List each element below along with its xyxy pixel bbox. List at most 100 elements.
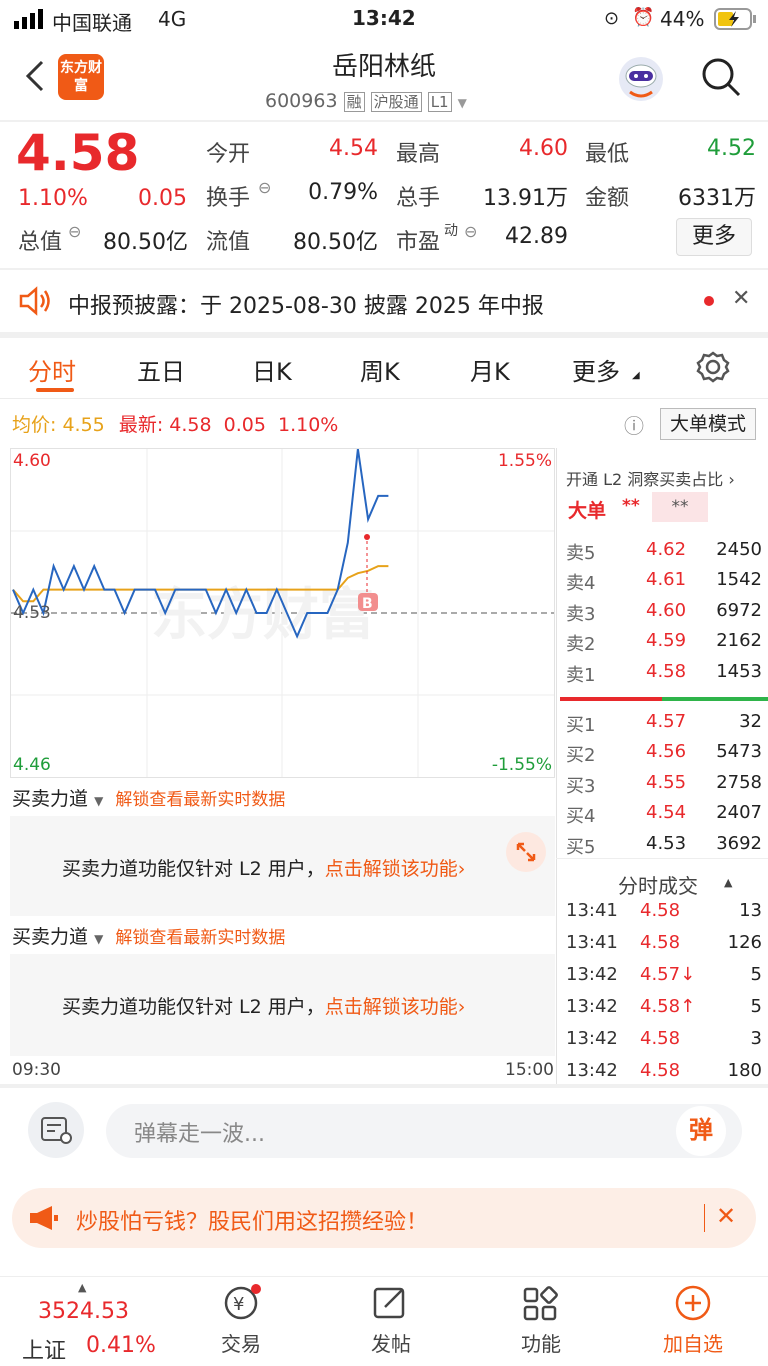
turnover-value: 0.79% (308, 180, 378, 205)
divider (556, 448, 557, 1084)
tick-row: 13:41 4.58 126 (566, 932, 762, 962)
battery-percent: 44% (660, 7, 705, 31)
trade-icon: ¥ (224, 1284, 261, 1320)
tab-intraday[interactable]: 分时 (28, 352, 76, 387)
unlock-link[interactable]: 解锁查看最新实时数据 (115, 790, 285, 810)
danmaku-toggle-icon[interactable] (28, 1102, 84, 1158)
bid-level-volume: 3692 (716, 832, 762, 854)
watermark-logo: 东方财富 (151, 583, 375, 648)
ask-level-label: 卖5 (566, 543, 596, 564)
indicator-header-2[interactable]: 买卖力道 ▼ 解锁查看最新实时数据 (12, 922, 285, 949)
nav-features[interactable]: 功能 (486, 1283, 596, 1357)
low-label: 最低 (585, 142, 630, 167)
indicator-name[interactable]: 买卖力道 (12, 788, 88, 810)
tick-price: 4.58 (640, 900, 681, 921)
ask-level-row[interactable]: 卖5 4.62 2450 (566, 539, 762, 569)
tick-time: 13:42 (566, 996, 618, 1017)
robot-assistant-icon[interactable] (616, 54, 666, 108)
dropdown-icon[interactable]: ▼ (458, 96, 467, 110)
help-icon[interactable]: ⓘ (624, 410, 644, 439)
settings-icon[interactable] (696, 350, 730, 390)
info-icon[interactable]: ⊖ (464, 222, 477, 241)
big-order-buy: ** (622, 496, 640, 516)
latest-change-pct: 1.10% (277, 414, 339, 436)
header: 东方财富 岳阳林纸 600963 融 沪股通 L1 ▼ (0, 40, 768, 120)
close-icon[interactable]: ✕ (716, 1202, 736, 1230)
tag-connect: 沪股通 (370, 92, 422, 112)
high-value: 4.60 (519, 136, 568, 161)
compose-icon (373, 1287, 405, 1319)
promo-banner[interactable]: 炒股怕亏钱？股民们用这招攒经验！ ✕ (12, 1188, 756, 1248)
open-value: 4.54 (329, 136, 378, 161)
more-button[interactable]: 更多 (676, 218, 752, 256)
nav-post[interactable]: 发帖 (336, 1283, 446, 1357)
caret-up-icon: ▲ (724, 876, 733, 889)
bid-level-row[interactable]: 买1 4.57 32 (566, 711, 762, 741)
unlock-message: 买卖力道功能仅针对 L2 用户，点击解锁该功能› (62, 992, 465, 1019)
danmaku-send-button[interactable]: 弹 (676, 1106, 726, 1156)
y-top-label: 4.60 (13, 451, 51, 471)
bid-level-label: 买1 (566, 715, 596, 736)
divider (556, 858, 768, 859)
search-icon[interactable] (700, 56, 742, 102)
tab-five-day[interactable]: 五日 (137, 352, 185, 387)
battery-icon (714, 8, 758, 35)
indicator-name[interactable]: 买卖力道 (12, 926, 88, 948)
unlock-message-text: 买卖力道功能仅针对 L2 用户， (62, 996, 325, 1018)
ask-level-volume: 6972 (716, 599, 762, 621)
unlock-link[interactable]: 解锁查看最新实时数据 (115, 928, 285, 948)
x-end-label: 15:00 (505, 1060, 554, 1080)
bid-level-row[interactable]: 买3 4.55 2758 (566, 772, 762, 802)
pe-label: 市盈 (396, 230, 441, 255)
tab-weekly-k[interactable]: 周K (360, 352, 400, 387)
indicator-header-1[interactable]: 买卖力道 ▼ 解锁查看最新实时数据 (12, 784, 285, 811)
pe-value: 42.89 (505, 224, 568, 249)
nav-trade[interactable]: ¥ 交易 (186, 1283, 296, 1357)
tab-monthly-k[interactable]: 月K (470, 352, 510, 387)
tag-level: L1 (427, 92, 452, 112)
unlock-feature-link[interactable]: 点击解锁该功能 (325, 858, 458, 880)
chart-info-row: 均价: 4.55 最新: 4.58 0.05 1.10% (12, 410, 552, 437)
index-value[interactable]: 3524.53 (38, 1299, 129, 1324)
bid-level-row[interactable]: 买4 4.54 2407 (566, 802, 762, 832)
danmaku-input[interactable]: 弹幕走一波... 弹 (106, 1104, 742, 1158)
ask-level-volume: 2450 (716, 539, 762, 560)
bid-level-price: 4.55 (646, 771, 687, 793)
l2-upsell[interactable]: 开通 L2 洞察买卖占比 › (566, 466, 735, 490)
tab-daily-k[interactable]: 日K (252, 352, 292, 387)
ask-level-label: 卖4 (566, 573, 596, 595)
ask-level-label: 卖2 (566, 634, 596, 656)
tick-price: 4.58↑ (640, 996, 696, 1017)
pct-bottom-label: -1.55% (491, 755, 552, 775)
ask-level-row[interactable]: 卖3 4.60 6972 (566, 600, 762, 630)
tick-row: 13:42 4.58↑ 5 (566, 996, 762, 1026)
big-order-mode-button[interactable]: 大单模式 (660, 408, 756, 440)
pct-top-label: 1.55% (497, 451, 552, 471)
tick-price: 4.57↓ (640, 964, 696, 985)
index-name[interactable]: 上证 (22, 1333, 66, 1365)
chevron-right-icon: › (728, 470, 735, 489)
ticks-title[interactable]: 分时成交 (618, 870, 698, 899)
dropdown-icon[interactable]: ▼ (94, 932, 103, 946)
indicator-panel-1: 买卖力道功能仅针对 L2 用户，点击解锁该功能› (10, 816, 555, 916)
ask-level-row[interactable]: 卖1 4.58 1453 (566, 661, 762, 691)
info-icon[interactable]: ⊖ (68, 222, 81, 241)
bid-ratio-bar (662, 697, 768, 701)
info-icon[interactable]: ⊖ (258, 178, 271, 197)
dropdown-icon[interactable]: ▼ (94, 794, 103, 808)
notice-bar[interactable]: 中报预披露：于 2025-08-30 披露 2025 年中报 ✕ (0, 270, 768, 332)
tick-price: 4.58 (640, 932, 681, 953)
tick-volume: 180 (727, 1060, 762, 1081)
bid-level-row[interactable]: 买2 4.56 5473 (566, 741, 762, 771)
nav-add-watchlist[interactable]: 加自选 (638, 1283, 748, 1357)
index-pct[interactable]: 0.41% (86, 1333, 156, 1358)
ask-level-row[interactable]: 卖4 4.61 1542 (566, 569, 762, 599)
expand-icon[interactable] (506, 832, 546, 872)
tab-more[interactable]: 更多 (572, 352, 620, 387)
clock: 13:42 (352, 6, 416, 30)
close-icon[interactable]: ✕ (732, 286, 750, 311)
ask-level-row[interactable]: 卖2 4.59 2162 (566, 630, 762, 660)
bid-level-price: 4.53 (646, 832, 687, 854)
intraday-chart[interactable]: 东方财富 B 4.60 1.55% 4.53 4.46 -1.55% (10, 448, 555, 778)
unlock-feature-link[interactable]: 点击解锁该功能 (325, 996, 458, 1018)
